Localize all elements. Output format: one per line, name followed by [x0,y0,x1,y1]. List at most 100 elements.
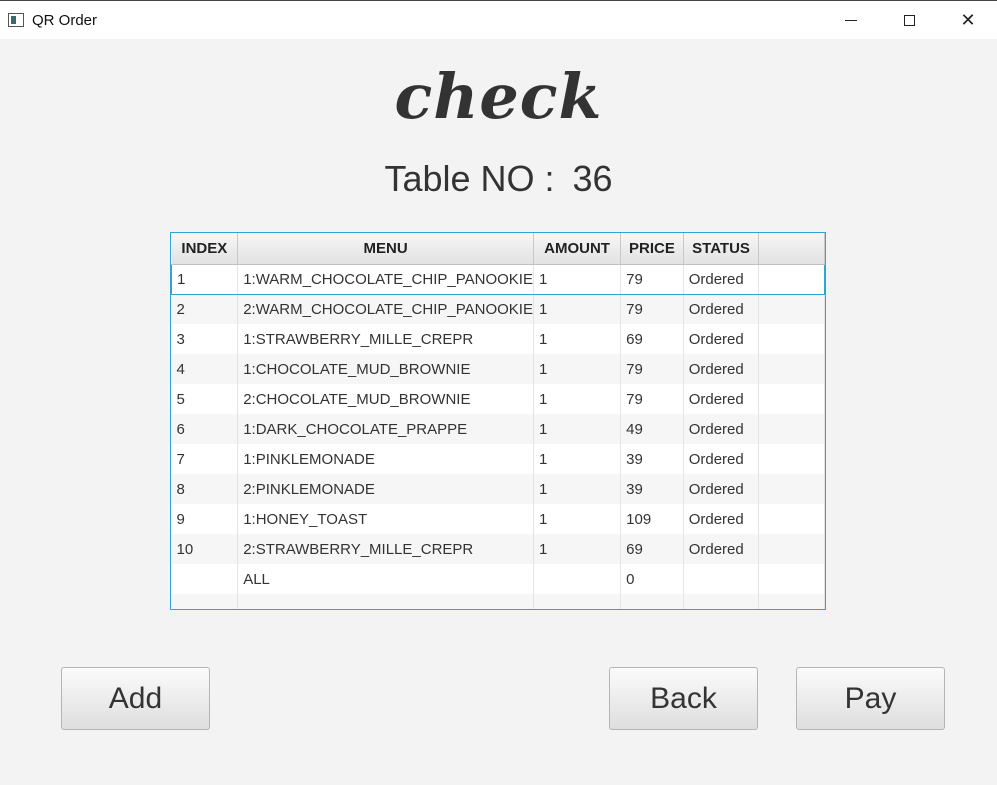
table-cell: ALL [237,564,534,594]
column-header[interactable]: MENU [237,233,534,265]
table-cell: 1:DARK_CHOCOLATE_PRAPPE [237,414,534,444]
table-cell [758,294,825,324]
table-cell [683,564,760,594]
table-cell: 69 [620,324,684,354]
table-row[interactable]: 1 1:WARM_CHOCOLATE_CHIP_PANOOKIE 1 79 Ordere… [171,263,825,295]
table-cell: 2 [171,294,239,324]
table-cell: 1 [533,504,622,534]
table-cell: 2:WARM_CHOCOLATE_CHIP_PANOOKIE [237,294,534,324]
table-cell: Ordered [683,354,760,384]
table-cell [533,564,622,594]
close-icon: ✕ [960,10,976,31]
table-cell: 1:PINKLEMONADE [237,444,534,474]
column-header[interactable] [758,233,825,265]
table-cell: Ordered [683,444,760,474]
table-cell: Ordered [683,474,760,504]
table-cell [758,263,825,295]
table-row[interactable]: 2 2:WARM_CHOCOLATE_CHIP_PANOOKIE 1 79 Ordere… [171,294,825,324]
maximize-button[interactable] [880,1,938,40]
table-cell: 3 [171,324,239,354]
table-cell: Ordered [683,504,760,534]
table-row[interactable]: 8 2:PINKLEMONADE 1 39 Ordered [171,474,825,504]
table-cell [171,594,239,609]
table-row[interactable]: 6 1:DARK_CHOCOLATE_PRAPPE 1 49 Ordered [171,414,825,444]
table-cell: Ordered [683,324,760,354]
table-row[interactable]: 10 2:STRAWBERRY_MILLE_CREPR 1 69 Ordered [171,534,825,564]
maximize-icon [903,15,915,26]
minimize-icon [845,20,857,21]
column-header[interactable]: AMOUNT [533,233,622,265]
table-cell: 2:PINKLEMONADE [237,474,534,504]
orders-table[interactable]: INDEX MENU AMOUNT PRICE STATUS 1 1:WARM_CHOCO… [170,232,826,610]
column-header[interactable]: PRICE [620,233,684,265]
table-cell: Ordered [683,263,760,295]
table-cell: 109 [620,504,684,534]
minimize-button[interactable] [822,1,880,40]
table-row[interactable]: 7 1:PINKLEMONADE 1 39 Ordered [171,444,825,474]
table-cell: 69 [620,534,684,564]
back-button[interactable]: Back [609,667,758,730]
table-cell: Ordered [683,294,760,324]
table-cell: 1 [533,324,622,354]
table-cell: 39 [620,474,684,504]
table-cell [533,594,622,609]
table-cell: 6 [171,414,239,444]
table-cell: 1 [533,384,622,414]
table-cell [758,384,825,414]
page-title: check [394,60,603,133]
table-cell [758,534,825,564]
table-number-label: Table NO : [384,158,555,199]
table-cell [758,504,825,534]
table-cell: 1 [533,474,622,504]
table-cell: 2:STRAWBERRY_MILLE_CREPR [237,534,534,564]
table-cell [758,594,825,609]
table-cell: 1:HONEY_TOAST [237,504,534,534]
table-cell: 79 [620,354,684,384]
table-cell [758,414,825,444]
window-title: QR Order [32,12,98,29]
pay-button[interactable]: Pay [796,667,945,730]
table-cell: 79 [620,384,684,414]
table-row[interactable]: 4 1:CHOCOLATE_MUD_BROWNIE 1 79 Ordered [171,354,825,384]
table-cell: 5 [171,384,239,414]
table-row[interactable] [171,594,825,609]
column-header[interactable]: INDEX [171,233,239,265]
table-cell: 2:CHOCOLATE_MUD_BROWNIE [237,384,534,414]
table-cell [683,594,760,609]
table-cell: 79 [620,263,684,295]
table-number-value: 36 [572,158,613,199]
table-cell: 1 [171,263,239,295]
table-cell: 7 [171,444,239,474]
table-row[interactable]: 5 2:CHOCOLATE_MUD_BROWNIE 1 79 Ordered [171,384,825,414]
table-number-line: Table NO : 36 [0,158,997,200]
table-cell: 39 [620,444,684,474]
table-cell: 1:WARM_CHOCOLATE_CHIP_PANOOKIE [237,263,534,295]
table-cell [171,564,239,594]
table-cell: 49 [620,414,684,444]
table-cell [620,594,684,609]
app-icon [8,13,24,27]
table-cell: 9 [171,504,239,534]
table-cell: Ordered [683,414,760,444]
table-cell: 0 [620,564,684,594]
table-cell [758,324,825,354]
table-cell: 1:STRAWBERRY_MILLE_CREPR [237,324,534,354]
table-cell: 1 [533,263,622,295]
table-cell: 4 [171,354,239,384]
table-cell [758,474,825,504]
table-cell [758,354,825,384]
column-header[interactable]: STATUS [683,233,760,265]
table-cell: Ordered [683,384,760,414]
table-cell: 8 [171,474,239,504]
table-row[interactable]: 3 1:STRAWBERRY_MILLE_CREPR 1 69 Ordered [171,324,825,354]
table-cell [758,444,825,474]
table-cell: 1 [533,294,622,324]
add-button[interactable]: Add [61,667,210,730]
close-button[interactable]: ✕ [939,1,997,40]
table-cell: 1 [533,354,622,384]
table-row[interactable]: 9 1:HONEY_TOAST 1 109 Ordered [171,504,825,534]
table-cell [758,564,825,594]
table-row[interactable]: ALL 0 [171,564,825,594]
table-cell: Ordered [683,534,760,564]
title-bar: QR Order ✕ [0,0,997,39]
